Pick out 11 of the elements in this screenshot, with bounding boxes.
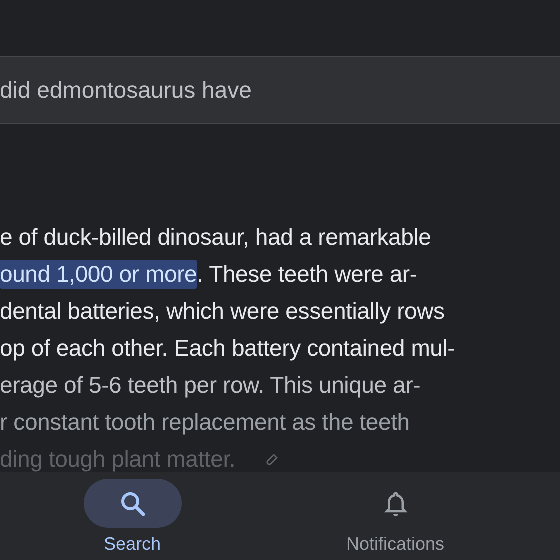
- answer-text: op of each other. Each battery contained mul-: [0, 335, 456, 362]
- answer-text: dental batteries, which were essentially rows: [0, 298, 445, 325]
- answer-text: e of duck-billed dinosaur, had a remarkable: [0, 224, 432, 251]
- highlighted-text: ound 1,000 or more: [0, 260, 198, 289]
- answer-text: ding tough plant matter.: [0, 446, 236, 472]
- answer-text: r constant tooth replacement as the teeth: [0, 409, 410, 436]
- search-field[interactable]: did edmontosaurus have: [0, 56, 560, 124]
- nav-tab[interactable]: Notifications: [346, 534, 445, 555]
- answer-text: erage of 5-6 teeth per row. This unique ar-: [0, 372, 421, 399]
- answer-text: . These teeth were ar-: [197, 261, 418, 288]
- nav-tab[interactable]: Search: [104, 534, 162, 555]
